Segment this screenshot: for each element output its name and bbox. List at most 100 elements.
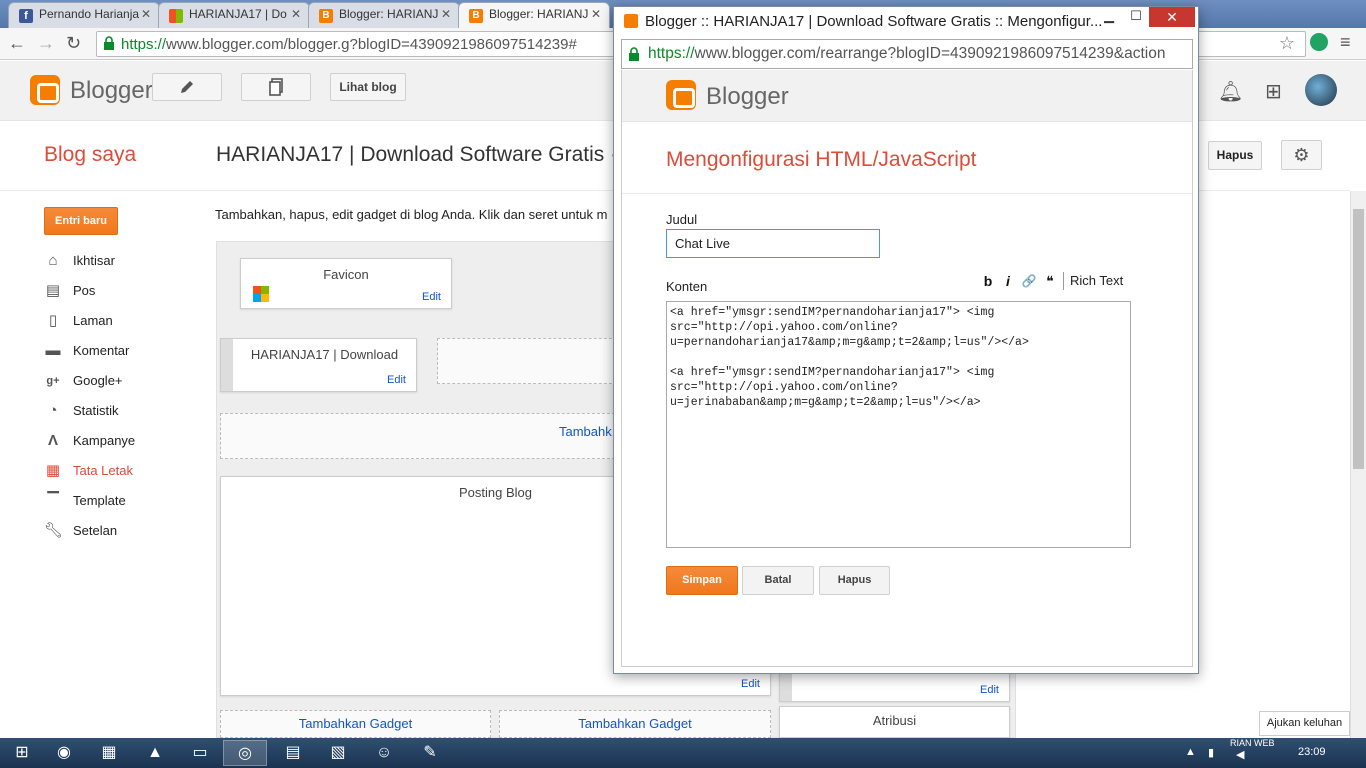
content-textarea[interactable]: <a href="ymsgr:sendIM?pernandoharianja17… [666, 301, 1131, 548]
empty-slot [437, 338, 617, 384]
edit-link[interactable]: Edit [741, 678, 760, 690]
spreadsheet-icon[interactable]: ▦ [87, 740, 131, 766]
blogger-icon: B [469, 9, 483, 23]
gadget-sidebar[interactable]: Edit [779, 672, 1010, 702]
notification-bell-icon[interactable]: 🔔︎ [1218, 79, 1243, 104]
add-gadget-slot[interactable]: Tambahk [220, 413, 620, 459]
drag-handle[interactable] [221, 339, 233, 391]
delete-button[interactable]: Hapus [1208, 141, 1262, 170]
new-post-button[interactable]: Entri baru [44, 207, 118, 235]
facebook-icon: f [19, 9, 33, 23]
browser-menu-icon[interactable]: ≡ [1340, 32, 1351, 53]
maximize-icon[interactable]: ☐ [1124, 8, 1148, 28]
tab-label: Blogger: HARIANJ [489, 7, 589, 21]
tab-label: Pernando Harianja [39, 7, 140, 21]
template-icon: ▔ [47, 492, 59, 509]
gear-icon[interactable]: ⚙ [1281, 140, 1322, 170]
notepad-icon[interactable]: ▤ [271, 740, 315, 766]
gadget-header[interactable]: HARIANJA17 | Download Edit [220, 338, 417, 392]
google-plus-icon: g+ [46, 375, 60, 387]
delete-button[interactable]: Hapus [819, 566, 890, 595]
blogger-logo-icon[interactable] [30, 75, 60, 105]
close-icon[interactable]: ✕ [141, 7, 151, 21]
comments-icon: ▬ [45, 342, 61, 359]
close-icon[interactable]: ✕ [1149, 7, 1195, 27]
file-explorer-icon[interactable]: ▭ [178, 740, 222, 766]
title-input[interactable] [666, 229, 880, 258]
reload-icon[interactable]: ↻ [66, 33, 81, 54]
edit-link[interactable]: Edit [980, 684, 999, 696]
start-icon[interactable]: ⊞ [0, 740, 44, 766]
tray-arrow-icon[interactable]: ▲ [1185, 746, 1196, 758]
italic-button[interactable]: i [998, 270, 1018, 292]
bold-button[interactable]: b [978, 270, 998, 292]
my-blogs-link[interactable]: Blog saya [44, 143, 136, 167]
settings-icon: 🔧︎ [44, 522, 64, 539]
extension-icon[interactable] [1310, 33, 1328, 51]
taskbar-clock[interactable]: 23:09 [1298, 746, 1326, 758]
blogger-logo-icon [666, 80, 696, 110]
title-label: Judul [666, 212, 698, 227]
avatar[interactable] [1305, 74, 1337, 106]
feedback-button[interactable]: Ajukan keluhan [1259, 711, 1350, 736]
window-titlebar[interactable]: Blogger :: HARIANJA17 | Download Softwar… [614, 7, 1198, 37]
edit-link[interactable]: Edit [387, 374, 406, 386]
close-icon[interactable]: ✕ [291, 7, 301, 21]
divider [622, 193, 1192, 194]
page-scrollbar[interactable] [1350, 191, 1366, 738]
lock-icon [629, 47, 639, 61]
notes-icon[interactable]: ▧ [316, 740, 360, 766]
windows-icon [169, 9, 183, 23]
messenger-icon[interactable]: ☺ [362, 740, 406, 766]
tab-label: HARIANJA17 | Do [189, 7, 287, 21]
drag-handle[interactable] [780, 673, 792, 701]
cancel-button[interactable]: Batal [742, 566, 814, 595]
edit-link[interactable]: Edit [422, 291, 441, 303]
layout-intro-text: Tambahkan, hapus, edit gadget di blog An… [215, 207, 608, 222]
link-button[interactable]: 🔗 [1018, 270, 1040, 292]
close-icon[interactable]: ✕ [441, 7, 451, 21]
paint-icon[interactable]: ✎ [408, 740, 452, 766]
bookmark-star-icon[interactable]: ☆ [1279, 33, 1295, 54]
back-icon[interactable]: ← [8, 33, 26, 54]
volume-icon[interactable]: ◀ [1236, 748, 1244, 761]
windows-icon [253, 286, 269, 302]
posts-list-button[interactable] [241, 73, 311, 101]
scrollbar-thumb[interactable] [1353, 209, 1364, 469]
gadget-attribution[interactable]: Atribusi [779, 706, 1010, 738]
view-blog-button[interactable]: Lihat blog [330, 73, 406, 101]
network-icon[interactable]: ▮ [1208, 746, 1214, 759]
popup-address-bar[interactable]: https://www.blogger.com/rearrange?blogID… [621, 39, 1193, 69]
vlc-icon[interactable]: ▲ [133, 740, 177, 766]
lock-icon [104, 36, 114, 50]
add-icon[interactable]: ⊞ [1265, 79, 1282, 104]
browser-tab-blogger-2[interactable]: B Blogger: HARIANJ ✕ [458, 2, 610, 28]
forward-icon[interactable]: → [37, 33, 55, 54]
pencil-icon [181, 81, 193, 93]
campaign-icon: Λ [47, 432, 58, 449]
new-post-pencil-button[interactable] [152, 73, 222, 101]
quote-button[interactable]: ❝ [1040, 270, 1060, 292]
browser-tab-facebook[interactable]: f Pernando Harianja ✕ [8, 2, 160, 28]
home-icon: ⌂ [48, 252, 58, 269]
window-title: Blogger :: HARIANJA17 | Download Softwar… [645, 13, 1103, 30]
blogger-icon [624, 14, 638, 28]
url-text: https://www.blogger.com/blogger.g?blogID… [121, 36, 577, 53]
configure-gadget-window: Blogger :: HARIANJA17 | Download Softwar… [613, 6, 1199, 674]
browser-tab-harianja[interactable]: HARIANJA17 | Do ✕ [158, 2, 310, 28]
chrome-icon[interactable]: ◎ [223, 740, 267, 766]
browser-tab-blogger-1[interactable]: B Blogger: HARIANJ ✕ [308, 2, 460, 28]
blog-title[interactable]: HARIANJA17 | Download Software Gratis · [216, 143, 617, 167]
minimize-icon[interactable]: ▁ [1096, 8, 1122, 28]
page-title: Mengonfigurasi HTML/JavaScript [666, 148, 977, 171]
add-gadget-slot[interactable]: Tambahkan Gadget [499, 710, 771, 738]
tab-label: Blogger: HARIANJ [339, 7, 439, 21]
popup-url-text: https://www.blogger.com/rearrange?blogID… [648, 45, 1166, 62]
save-button[interactable]: Simpan [666, 566, 738, 595]
blogger-wordmark: Blogger [706, 83, 789, 110]
firefox-icon[interactable]: ◉ [42, 740, 86, 766]
add-gadget-slot[interactable]: Tambahkan Gadget [220, 710, 491, 738]
gadget-favicon[interactable]: Favicon Edit [240, 258, 452, 309]
rich-text-toggle[interactable]: Rich Text [1070, 273, 1123, 288]
close-icon[interactable]: ✕ [591, 7, 601, 21]
